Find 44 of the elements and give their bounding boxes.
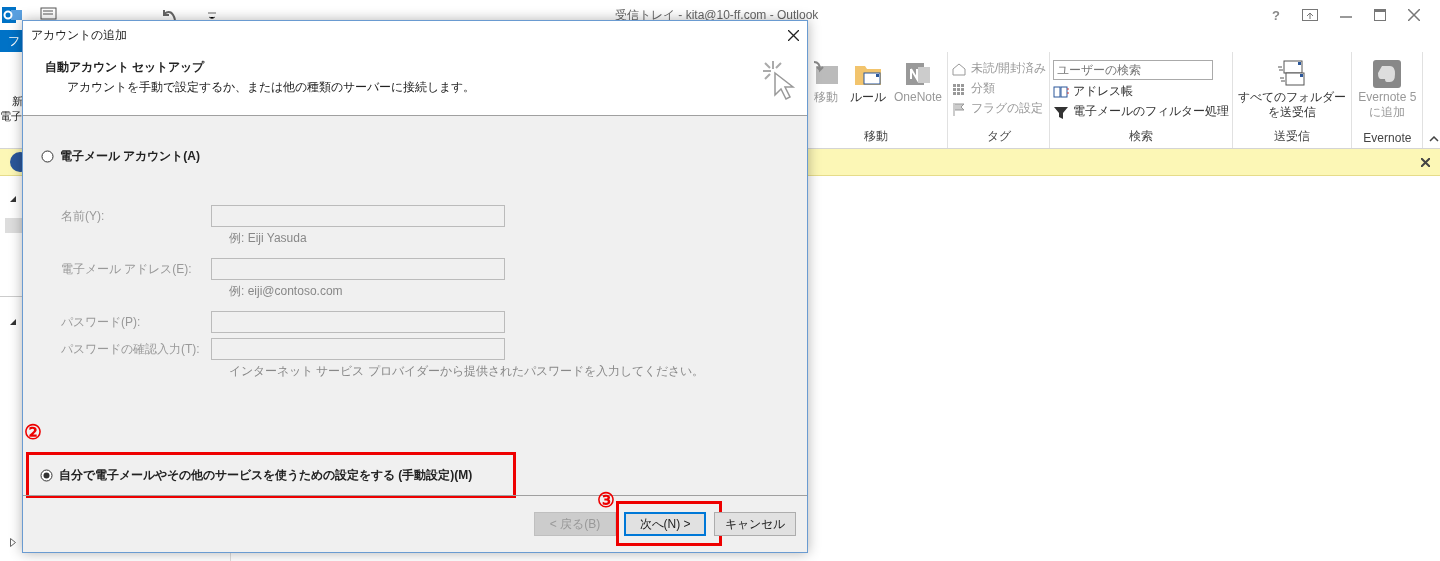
step-number: ③ <box>597 490 615 510</box>
help-button[interactable]: ? <box>1272 7 1280 23</box>
group-label: タグ <box>985 128 1012 145</box>
collapse-arrow-icon[interactable] <box>10 196 16 202</box>
step-number: ② <box>24 422 42 442</box>
book-icon <box>1053 83 1070 100</box>
ribbon-button[interactable]: アドレス帳 <box>1053 83 1230 100</box>
ribbon-label: 電子 <box>0 109 22 124</box>
ribbon-display-icon[interactable] <box>1302 9 1318 21</box>
dialog-button[interactable]: キャンセル <box>714 512 796 536</box>
ribbon-button[interactable]: 電子メールのフィルター処理 <box>1053 103 1230 120</box>
radio-option[interactable]: 電子メール アカウント(A) <box>41 148 200 165</box>
hint-text: 例: Eiji Yasuda <box>228 230 307 247</box>
field-label: パスワード(P): <box>61 314 142 331</box>
info-icon <box>10 152 22 172</box>
dialog-button[interactable]: 次へ(N) > <box>624 512 706 536</box>
field-label: パスワードの確認入力(T): <box>61 341 201 358</box>
group-label: Evernote <box>1362 131 1413 147</box>
send-receive-icon[interactable] <box>40 7 58 23</box>
dialog-heading: 自動アカウント セットアップ <box>45 59 206 76</box>
ribbon-label: 新 <box>11 94 22 109</box>
group-label: 送受信 <box>1273 128 1312 145</box>
group-label: 検索 <box>1128 128 1155 145</box>
hint-text: インターネット サービス プロバイダーから提供されたパスワードを入力してください。 <box>228 363 704 380</box>
field-label: 名前(Y): <box>61 208 106 225</box>
expand-arrow-icon[interactable] <box>10 538 16 547</box>
radio-option[interactable]: 自分で電子メールやその他のサービスを使うための設定をする (手動設定)(M) <box>40 466 473 484</box>
dialog-title: アカウントの追加 <box>31 26 127 44</box>
customize-icon[interactable] <box>208 11 216 19</box>
dialog-subtitle: アカウントを手動で設定するか、または他の種類のサーバーに接続します。 <box>66 79 475 96</box>
ribbon-button[interactable]: ルール <box>848 58 888 128</box>
collapse-arrow-icon[interactable] <box>10 319 16 325</box>
hint-text: 例: eiji@contoso.com <box>228 283 343 300</box>
search-field[interactable]: ユーザーの検索 <box>1053 60 1214 80</box>
close-icon[interactable] <box>1421 157 1430 167</box>
field-label: 電子メール アドレス(E): <box>61 261 193 278</box>
window-title: 受信トレイ - kita@10-ff.com - Outlook <box>615 7 819 24</box>
ribbon-button[interactable]: すべてのフォルダーを送受信 <box>1236 58 1349 128</box>
maximize-icon[interactable] <box>1374 9 1386 21</box>
close-icon[interactable] <box>788 29 799 41</box>
undo-icon[interactable] <box>160 8 176 22</box>
file-tab[interactable]: フ <box>0 30 22 52</box>
collapse-icon[interactable] <box>1429 136 1440 142</box>
group-label: 移動 <box>863 128 889 145</box>
